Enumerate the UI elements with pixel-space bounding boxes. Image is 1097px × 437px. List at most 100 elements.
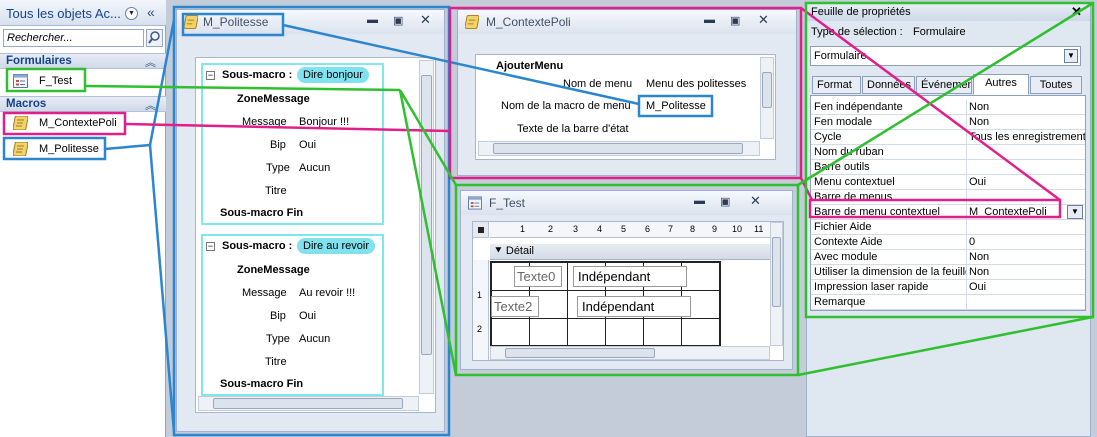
- ruler-tick: 3: [573, 224, 579, 234]
- arg-value[interactable]: Aucun: [299, 333, 330, 345]
- vertical-scrollbar[interactable]: [760, 57, 774, 139]
- property-value[interactable]: M_ContextePoli: [969, 206, 1067, 218]
- scrollbar-thumb[interactable]: [213, 398, 403, 409]
- maximize-icon[interactable]: ▣: [720, 195, 730, 208]
- property-row[interactable]: Fen indépendante Non: [811, 100, 1085, 115]
- search-input[interactable]: Rechercher...: [3, 29, 144, 47]
- textbox-texte0[interactable]: Indépendant: [573, 266, 687, 287]
- chevron-down-icon[interactable]: ▼: [125, 7, 138, 20]
- property-row[interactable]: Fen modale Non: [811, 115, 1085, 130]
- nav-item-m-contextepoli[interactable]: M_ContextePoli: [5, 113, 126, 133]
- chevron-down-icon[interactable]: ▼: [1067, 205, 1083, 219]
- action-name[interactable]: ZoneMessage: [237, 93, 310, 105]
- window-m-contextepoli: M_ContextePoli ▬ ▣ ✕ AjouterMenu Nom de …: [457, 9, 797, 176]
- collapse-icon[interactable]: «: [147, 4, 155, 20]
- navigation-pane-header[interactable]: Tous les objets Ac... ▼ «: [0, 0, 166, 26]
- tab-autres[interactable]: Autres: [973, 74, 1029, 95]
- property-row-selected[interactable]: Barre de menu contextuel M_ContextePoli ▼: [811, 205, 1085, 220]
- chevron-up-icon[interactable]: ︽: [145, 97, 156, 113]
- scrollbar-thumb[interactable]: [505, 348, 655, 358]
- textbox-texte2[interactable]: Indépendant: [577, 296, 691, 317]
- horizontal-scrollbar[interactable]: [490, 346, 770, 360]
- minimize-icon[interactable]: ▬: [694, 195, 705, 207]
- group-formulaires[interactable]: Formulaires ︽: [0, 53, 166, 69]
- minimize-icon[interactable]: ▬: [367, 14, 378, 26]
- close-icon[interactable]: ✕: [750, 193, 761, 209]
- property-row[interactable]: Fichier Aide: [811, 220, 1085, 235]
- arg-value[interactable]: Au revoir !!!: [299, 287, 355, 299]
- property-row[interactable]: Cycle Tous les enregistrements: [811, 130, 1085, 145]
- minimize-icon[interactable]: ▬: [704, 14, 715, 26]
- property-row[interactable]: Utiliser la dimension de la feuille Non: [811, 265, 1085, 280]
- property-value[interactable]: Non: [969, 101, 1085, 113]
- chevron-down-icon[interactable]: ▼: [1064, 49, 1078, 63]
- object-combo[interactable]: Formulaire ▼: [810, 46, 1081, 66]
- arg-value[interactable]: Oui: [299, 139, 316, 151]
- collapse-icon[interactable]: −: [206, 242, 215, 251]
- property-row[interactable]: Nom du ruban: [811, 145, 1085, 160]
- nav-item-m-politesse[interactable]: M_Politesse: [5, 139, 105, 159]
- property-row[interactable]: Impression laser rapide Oui: [811, 280, 1085, 295]
- navigation-pane: Tous les objets Ac... ▼ « Rechercher... …: [0, 0, 166, 437]
- collapse-icon[interactable]: −: [206, 71, 215, 80]
- arg-value[interactable]: M_Politesse: [646, 100, 706, 112]
- vertical-scrollbar[interactable]: [770, 222, 783, 346]
- property-row[interactable]: Menu contextuel Oui: [811, 175, 1085, 190]
- tab-evenement[interactable]: Événement: [916, 76, 972, 94]
- tab-donnees[interactable]: Données: [862, 76, 915, 94]
- property-value[interactable]: Oui: [969, 281, 1085, 293]
- chevron-up-icon[interactable]: ︽: [145, 54, 156, 70]
- close-icon[interactable]: ✕: [1071, 4, 1082, 20]
- label-texte0[interactable]: Texte0: [514, 266, 562, 287]
- property-row[interactable]: Contexte Aide 0: [811, 235, 1085, 250]
- window-titlebar[interactable]: M_ContextePoli ▬ ▣ ✕: [458, 10, 796, 34]
- ruler-tick: 2: [477, 324, 483, 334]
- group-macros[interactable]: Macros ︽: [0, 96, 166, 112]
- close-icon[interactable]: ✕: [758, 12, 769, 28]
- nav-item-f-test[interactable]: F_Test: [5, 71, 83, 91]
- scrollbar-thumb[interactable]: [493, 143, 743, 154]
- label-texte2[interactable]: Texte2: [491, 296, 539, 317]
- maximize-icon[interactable]: ▣: [393, 14, 403, 27]
- arg-value[interactable]: Aucun: [299, 162, 330, 174]
- property-value[interactable]: 0: [969, 236, 1085, 248]
- window-titlebar[interactable]: M_Politesse ▬ ▣ ✕: [177, 10, 444, 34]
- section-bar[interactable]: ⯆ Détail: [490, 244, 770, 260]
- vertical-scrollbar[interactable]: [419, 60, 434, 394]
- tab-format[interactable]: Format: [812, 76, 861, 94]
- property-row[interactable]: Remarque: [811, 295, 1085, 310]
- property-sheet-titlebar[interactable]: Feuille de propriétés ✕: [807, 4, 1090, 21]
- search-icon: [148, 31, 160, 44]
- horizontal-scrollbar[interactable]: [198, 396, 419, 411]
- close-icon[interactable]: ✕: [420, 12, 431, 28]
- form-selector[interactable]: [473, 222, 489, 238]
- property-value[interactable]: Non: [969, 116, 1085, 128]
- property-row[interactable]: Barre outils: [811, 160, 1085, 175]
- submacro-block: − Sous-macro : Dire bonjour ZoneMessage …: [201, 63, 384, 225]
- property-row[interactable]: Barre de menus: [811, 190, 1085, 205]
- tab-toutes[interactable]: Toutes: [1030, 76, 1082, 94]
- property-value[interactable]: Oui: [969, 176, 1085, 188]
- property-value[interactable]: Non: [969, 251, 1085, 263]
- search-button[interactable]: [146, 29, 163, 47]
- action-name[interactable]: ZoneMessage: [237, 264, 310, 276]
- ruler-tick: 1: [520, 224, 526, 234]
- property-row[interactable]: Avec module Non: [811, 250, 1085, 265]
- property-value[interactable]: Non: [969, 266, 1085, 278]
- window-titlebar[interactable]: F_Test ▬ ▣ ✕: [461, 191, 792, 215]
- arg-value[interactable]: Bonjour !!!: [299, 116, 349, 128]
- arg-label: Nom de la macro de menu: [501, 100, 631, 112]
- arg-value[interactable]: Oui: [299, 310, 316, 322]
- maximize-icon[interactable]: ▣: [730, 14, 740, 27]
- arg-value[interactable]: Menu des politesses: [646, 78, 746, 90]
- horizontal-scrollbar[interactable]: [478, 141, 760, 156]
- action-name[interactable]: AjouterMenu: [496, 60, 563, 72]
- vertical-ruler: 1 2: [473, 260, 489, 360]
- scrollbar-thumb[interactable]: [421, 75, 432, 355]
- scrollbar-thumb[interactable]: [762, 72, 772, 108]
- submacro-name[interactable]: Dire au revoir: [297, 238, 376, 254]
- property-value[interactable]: Tous les enregistrements: [969, 131, 1085, 143]
- submacro-name[interactable]: Dire bonjour: [297, 67, 369, 83]
- property-name: Nom du ruban: [814, 146, 884, 158]
- scrollbar-thumb[interactable]: [772, 237, 781, 307]
